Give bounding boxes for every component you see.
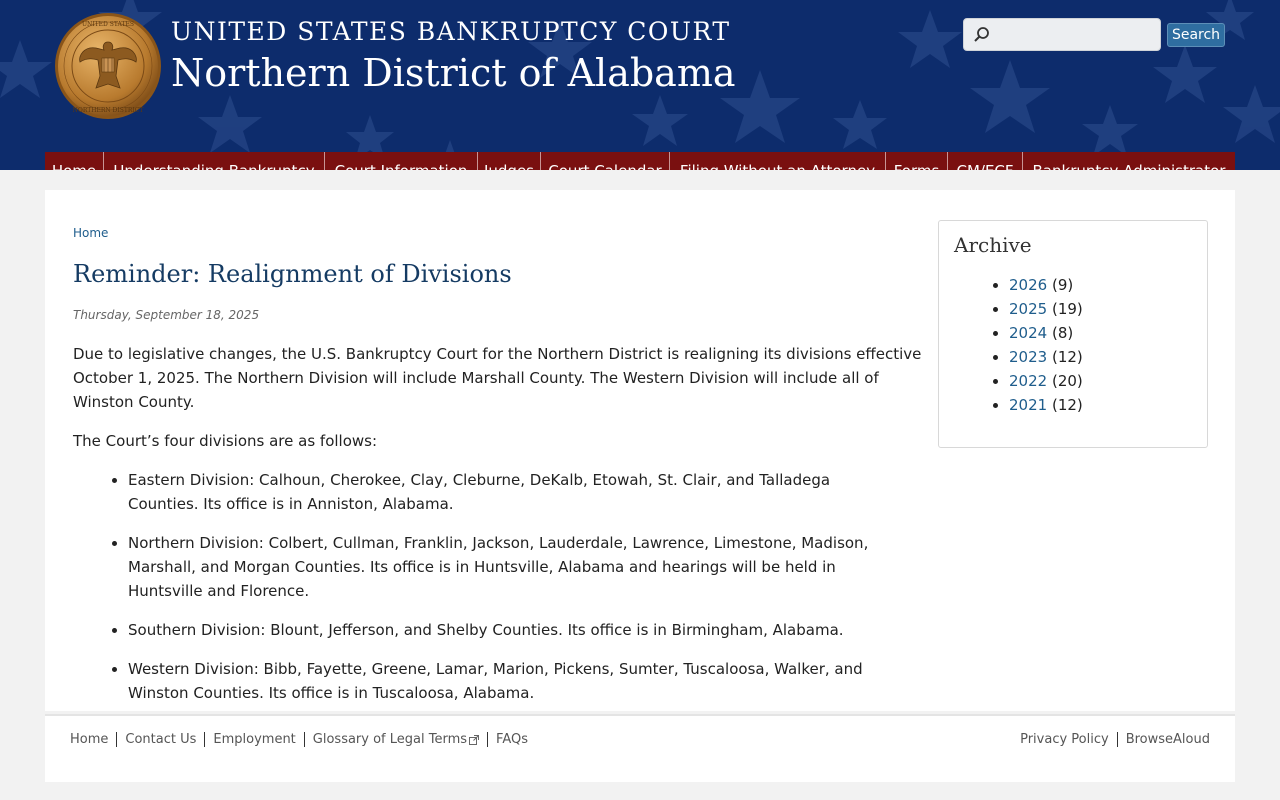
archive-list: 2026 (9) 2025 (19) 2024 (8) 2023 (12) 20…	[939, 273, 1083, 417]
archive-count: (8)	[1051, 324, 1074, 342]
archive-count: (9)	[1051, 276, 1074, 294]
archive-count: (20)	[1051, 372, 1083, 390]
archive-item: 2025 (19)	[1009, 297, 1083, 321]
district-name: Northern District of Alabama	[171, 51, 736, 95]
external-link-icon	[469, 734, 480, 745]
archive-title: Archive	[954, 233, 1032, 257]
footer-link-browsealoud[interactable]: BrowseAloud	[1126, 732, 1210, 747]
archive-year-link[interactable]: 2021	[1009, 396, 1047, 414]
search-button[interactable]: Search	[1167, 23, 1225, 47]
archive-item: 2026 (9)	[1009, 273, 1083, 297]
intro-paragraph: Due to legislative changes, the U.S. Ban…	[73, 345, 922, 411]
nav-item-bankruptcy-administrator[interactable]: Bankruptcy Administrator	[1023, 152, 1235, 170]
glossary-label: Glossary of Legal Terms	[312, 732, 468, 747]
nav-item-cmecf[interactable]: CM/ECF	[948, 152, 1023, 170]
divider	[303, 732, 305, 747]
svg-text:UNITED STATES: UNITED STATES	[82, 21, 134, 28]
archive-year-link[interactable]: 2026	[1009, 276, 1047, 294]
footer-link-glossary[interactable]: Glossary of Legal Terms	[312, 732, 480, 747]
list-item: Southern Division: Blount, Jefferson, an…	[128, 618, 923, 642]
nav-item-court-information[interactable]: Court Information	[325, 152, 478, 170]
divisions-intro: The Court’s four divisions are as follow…	[73, 432, 378, 450]
archive-item: 2024 (8)	[1009, 321, 1083, 345]
court-seal[interactable]: UNITED STATES NORTHERN DISTRICT	[54, 12, 162, 120]
archive-year-link[interactable]: 2025	[1009, 300, 1047, 318]
nav-item-home[interactable]: Home	[45, 152, 104, 170]
list-item: Eastern Division: Calhoun, Cherokee, Cla…	[128, 468, 923, 516]
nav-item-filing-without-attorney[interactable]: Filing Without an Attorney	[670, 152, 886, 170]
archive-item: 2023 (12)	[1009, 345, 1083, 369]
nav-item-judges[interactable]: Judges	[478, 152, 541, 170]
post-date: Thursday, September 18, 2025	[73, 308, 260, 322]
footer-link-employment[interactable]: Employment	[213, 732, 295, 747]
divisions-list: Eastern Division: Calhoun, Cherokee, Cla…	[73, 468, 923, 705]
court-name: UNITED STATES BANKRUPTCY COURT	[171, 17, 731, 46]
divider	[1116, 732, 1118, 747]
nav-item-forms[interactable]: Forms	[886, 152, 948, 170]
footer-links-left: Home Contact Us Employment Glossary of L…	[70, 732, 528, 747]
archive-year-link[interactable]: 2024	[1009, 324, 1047, 342]
divider	[116, 732, 118, 747]
footer-link-contact-us[interactable]: Contact Us	[125, 732, 196, 747]
archive-panel: Archive 2026 (9) 2025 (19) 2024 (8) 2023…	[938, 220, 1208, 448]
search-input[interactable]	[963, 18, 1161, 51]
nav-item-court-calendar[interactable]: Court Calendar	[541, 152, 670, 170]
site-header: UNITED STATES NORTHERN DISTRICT UNITED S…	[0, 0, 1280, 170]
footer-link-privacy-policy[interactable]: Privacy Policy	[1020, 732, 1109, 747]
search-icon	[974, 27, 989, 42]
archive-year-link[interactable]: 2022	[1009, 372, 1047, 390]
site-footer: Home Contact Us Employment Glossary of L…	[45, 714, 1235, 782]
list-item: Northern Division: Colbert, Cullman, Fra…	[128, 531, 923, 603]
page-title: Reminder: Realignment of Divisions	[73, 260, 512, 288]
main-content: Home Reminder: Realignment of Divisions …	[45, 190, 1235, 711]
footer-link-faqs[interactable]: FAQs	[496, 732, 528, 747]
archive-count: (12)	[1051, 396, 1083, 414]
archive-year-link[interactable]: 2023	[1009, 348, 1047, 366]
footer-link-home[interactable]: Home	[70, 732, 108, 747]
archive-item: 2021 (12)	[1009, 393, 1083, 417]
divider	[487, 732, 489, 747]
footer-links-right: Privacy Policy BrowseAloud	[1020, 732, 1210, 747]
nav-item-understanding-bankruptcy[interactable]: Understanding Bankruptcy	[104, 152, 325, 170]
breadcrumb-home[interactable]: Home	[73, 226, 108, 240]
main-nav: Home Understanding Bankruptcy Court Info…	[45, 152, 1235, 170]
list-item: Western Division: Bibb, Fayette, Greene,…	[128, 657, 923, 705]
divider	[204, 732, 206, 747]
archive-item: 2022 (20)	[1009, 369, 1083, 393]
article-body: Due to legislative changes, the U.S. Ban…	[73, 342, 923, 720]
archive-count: (19)	[1051, 300, 1083, 318]
svg-text:NORTHERN DISTRICT: NORTHERN DISTRICT	[73, 107, 144, 114]
site-title[interactable]: UNITED STATES BANKRUPTCY COURT Northern …	[171, 16, 736, 98]
archive-count: (12)	[1051, 348, 1083, 366]
